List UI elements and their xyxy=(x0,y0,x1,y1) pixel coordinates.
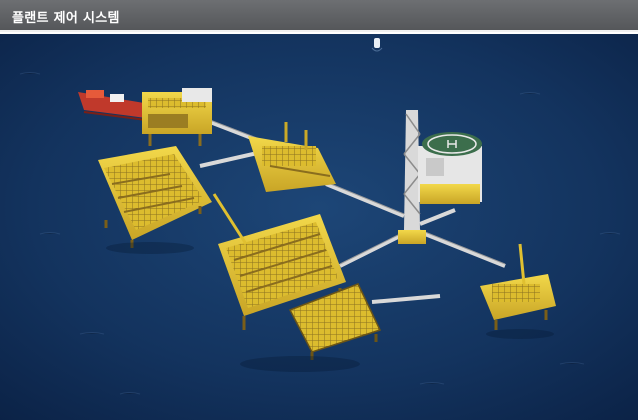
plant-control-panel: 플랜트 제어 시스템 xyxy=(0,0,638,420)
offshore-platform-photo xyxy=(0,34,638,420)
platform-helideck xyxy=(418,132,482,204)
panel-header: 플랜트 제어 시스템 xyxy=(0,0,638,32)
panel-title: 플랜트 제어 시스템 xyxy=(12,11,120,26)
